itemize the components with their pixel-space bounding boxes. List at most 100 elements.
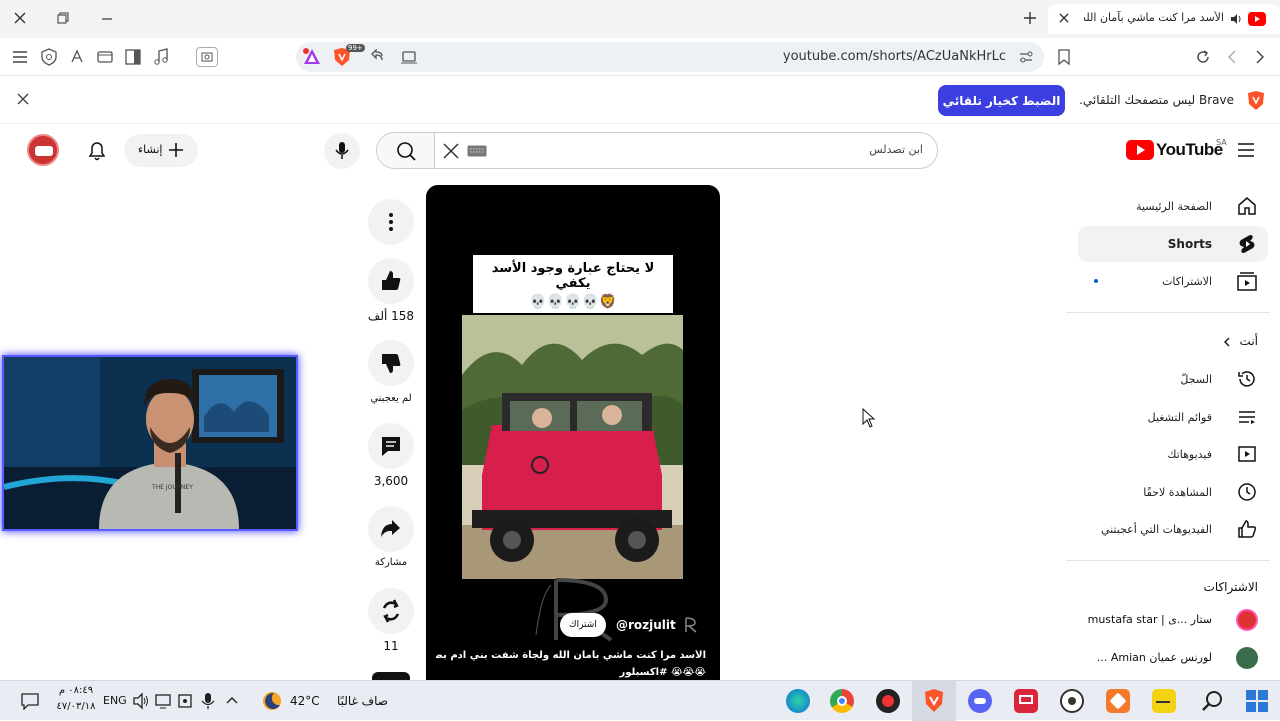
audio-playing-icon[interactable]: [1230, 13, 1242, 25]
sidebar-icon[interactable]: [124, 48, 142, 66]
sidebar-item-label: فيديوهاتك: [1167, 447, 1212, 461]
channel-name[interactable]: @rozjulit: [616, 618, 676, 632]
weather-temp[interactable]: 42°C: [290, 694, 320, 708]
set-default-button[interactable]: الضبط كخيار تلقائي: [938, 85, 1065, 116]
keyboard-icon[interactable]: [467, 145, 487, 157]
edge-icon[interactable]: [786, 689, 810, 713]
you-section-heading[interactable]: أنت: [1240, 334, 1258, 348]
network-icon[interactable]: [154, 692, 172, 710]
close-window-icon[interactable]: [12, 10, 28, 26]
dislike-button[interactable]: [368, 340, 414, 386]
search-input[interactable]: ابن تصدلس: [869, 143, 923, 156]
short-video-player[interactable]: لا يحتاج عبارة وجود الأسد يكفي 💀💀💀💀🦁 اشت: [426, 185, 720, 680]
weather-icon[interactable]: [260, 689, 284, 713]
vpn-shield-icon[interactable]: [40, 48, 58, 66]
share-page-icon[interactable]: [370, 49, 386, 65]
video-hashtags[interactable]: 😭😭😭 #اكسبلور: [436, 667, 706, 678]
close-infobar-icon[interactable]: [16, 92, 30, 106]
search-taskbar-icon[interactable]: [1200, 689, 1224, 713]
clock-time[interactable]: ٠٨:٤٩ م: [52, 685, 100, 696]
sidebar-item-shorts[interactable]: Shorts: [1078, 226, 1268, 262]
like-button[interactable]: [368, 258, 414, 304]
comments-button[interactable]: [368, 423, 414, 469]
sidebar-item-history[interactable]: السجلّ: [1078, 361, 1268, 397]
windows-start-icon[interactable]: [1246, 690, 1268, 712]
wallet-icon[interactable]: [96, 48, 114, 66]
sidebar-item-label: Shorts: [1167, 237, 1212, 251]
sidebar-item-label: الصفحة الرئيسية: [1136, 199, 1212, 213]
new-content-dot: [1094, 279, 1098, 283]
share-button[interactable]: [368, 506, 414, 552]
screenshot-icon[interactable]: [196, 47, 218, 67]
blender-app-icon[interactable]: [1106, 689, 1130, 713]
sidebar-item-home[interactable]: الصفحة الرئيسية: [1078, 188, 1268, 224]
remix-button[interactable]: [368, 588, 414, 634]
notifications-icon[interactable]: [86, 139, 108, 163]
search-box[interactable]: ابن تصدلس: [376, 132, 938, 169]
voice-search-button[interactable]: [324, 133, 360, 169]
create-button[interactable]: إنشاء: [124, 134, 198, 167]
discord-icon[interactable]: [968, 689, 992, 713]
forward-icon[interactable]: [1224, 48, 1240, 66]
youtube-logo[interactable]: [1126, 140, 1154, 160]
media-icon[interactable]: [152, 48, 170, 66]
shorts-icon: [1236, 233, 1258, 255]
presentation-app-icon[interactable]: [1014, 689, 1038, 713]
site-settings-icon[interactable]: [1018, 49, 1034, 65]
obs-icon[interactable]: [876, 689, 900, 713]
close-tab-icon[interactable]: [1058, 12, 1070, 24]
taskbar: ٠٨:٤٩ م ٤٧/٠٣/١٨ ENG 42°C صاف غالبًا: [0, 680, 1280, 721]
minimize-window-icon[interactable]: [100, 11, 114, 25]
brave-logo-icon: [1246, 90, 1266, 112]
sidebar-item-your-videos[interactable]: فيديوهاتك: [1078, 436, 1268, 472]
overlay-emojis: 💀💀💀💀🦁: [529, 294, 617, 310]
infobar-text: Brave ليس متصفحك التلقائي.: [1079, 93, 1234, 107]
reload-icon[interactable]: [1194, 48, 1212, 66]
you-label: أنت: [1239, 334, 1258, 348]
share-label: مشاركة: [374, 557, 408, 568]
new-tab-icon[interactable]: [1022, 10, 1038, 26]
subscription-label: mustafa star | ستار ...ى: [1087, 613, 1212, 626]
search-button[interactable]: [377, 133, 435, 168]
region-label: SA: [1216, 138, 1227, 147]
restore-window-icon[interactable]: [56, 11, 70, 25]
sticky-notes-icon[interactable]: [1152, 689, 1176, 713]
steam-icon[interactable]: [1060, 689, 1084, 713]
video-frame-jeep: [462, 315, 683, 579]
your-videos-icon: [1236, 443, 1258, 465]
sound-thumbnail[interactable]: [372, 672, 410, 680]
brave-taskbar-icon[interactable]: [922, 688, 946, 714]
bookmark-icon[interactable]: [1056, 48, 1072, 66]
sidebar-item-liked-videos[interactable]: الفيديوهات التي أعجبتني: [1078, 511, 1268, 547]
back-icon[interactable]: [1252, 48, 1268, 66]
channel-avatar[interactable]: [681, 616, 699, 634]
subscription-item[interactable]: لورنس عميان Amian ...: [1078, 644, 1268, 672]
guide-menu-icon[interactable]: [1237, 142, 1255, 158]
url-text[interactable]: youtube.com/shorts/ACzUaNkHrLc: [783, 49, 1006, 64]
extensions-icon[interactable]: [68, 48, 86, 66]
sidebar-item-subscriptions[interactable]: الاشتراكات: [1078, 263, 1268, 299]
cast-icon[interactable]: [400, 49, 418, 65]
weather-status[interactable]: صاف غالبًا: [337, 694, 388, 708]
subscription-item[interactable]: mustafa star | ستار ...ى: [1078, 606, 1268, 634]
chrome-icon[interactable]: [830, 689, 854, 713]
taskbar-app-icon[interactable]: [176, 692, 194, 710]
more-options-button[interactable]: [368, 199, 414, 245]
chevron-left-icon: [1222, 336, 1232, 348]
clear-search-icon[interactable]: [441, 141, 461, 161]
microphone-icon[interactable]: [200, 691, 216, 711]
volume-icon[interactable]: [132, 692, 150, 710]
clock-date[interactable]: ٤٧/٠٣/١٨: [52, 701, 100, 712]
notification-center-icon[interactable]: [20, 692, 40, 710]
brave-rewards-icon[interactable]: [302, 47, 322, 67]
dislike-label: لم يعجبني: [370, 393, 412, 404]
avatar[interactable]: [27, 134, 59, 166]
chevron-up-icon[interactable]: [224, 693, 240, 707]
language-indicator[interactable]: ENG: [103, 694, 127, 707]
menu-icon[interactable]: [12, 49, 28, 65]
browser-tab[interactable]: الأسد مرا كنت ماشي بآمان الله و: [1048, 4, 1280, 34]
sidebar-item-playlists[interactable]: قوائم التشغيل: [1078, 399, 1268, 435]
sidebar-item-watch-later[interactable]: المشاهدة لاحقًا: [1078, 474, 1268, 510]
address-bar[interactable]: 99+ youtube.com/shorts/ACzUaNkHrLc: [296, 42, 1044, 72]
subscribe-button[interactable]: اشتراك: [560, 613, 606, 637]
